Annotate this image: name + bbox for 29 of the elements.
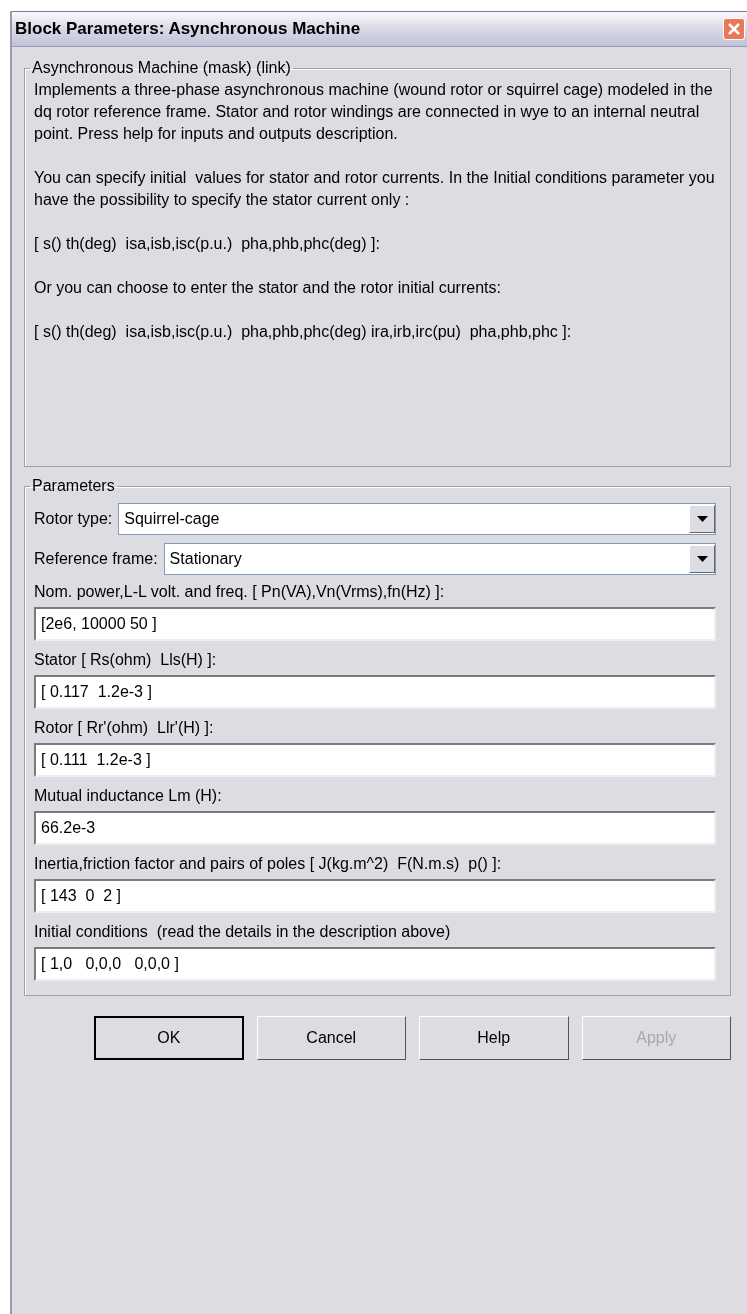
field-label: Rotor [ Rr'(ohm) Llr'(H) ]: — [34, 719, 215, 737]
dialog-button[interactable]: Help — [419, 1016, 569, 1060]
input-field[interactable]: [ 1,0 0,0,0 0,0,0 ] — [34, 947, 716, 981]
field-label: Rotor type: — [34, 510, 113, 528]
field-label: Stator [ Rs(ohm) Lls(H) ]: — [34, 651, 218, 669]
dropdown[interactable]: Stationary — [163, 543, 716, 575]
description-text: You can specify initial values for stator and rotor currents. In the Initial conditions parameter you have the possibility to specify the stator current only : — [34, 168, 716, 210]
description-text: [ s() th(deg) isa,isb,isc(p.u.) pha,phb,phc(deg) ira,irb,irc(pu) pha,phb,phc ]: — [34, 322, 573, 342]
close-button[interactable] — [723, 18, 745, 40]
close-icon — [727, 22, 741, 36]
window-title: Block Parameters: Asynchronous Machine — [15, 19, 361, 39]
description-text: Implements a three-phase asynchronous machine (wound rotor or squirrel cage) modeled in the dq rotor reference frame. Stator and rotor windings are connected in wye to an internal neutral point. Press help for inputs and outputs description. — [34, 80, 714, 144]
description-text: Or you can choose to enter the stator and the rotor initial currents: — [34, 278, 502, 298]
dialog-button[interactable]: Cancel — [256, 1016, 406, 1060]
field-label: Reference frame: — [34, 550, 158, 568]
input-field[interactable]: [ 143 0 2 ] — [34, 879, 716, 913]
field-label: Mutual inductance Lm (H): — [34, 787, 223, 805]
field-label: Inertia,friction factor and pairs of poles [ J(kg.m^2) F(N.m.s) p() ]: — [34, 855, 503, 873]
dropdown[interactable]: Squirrel-cage — [118, 503, 716, 535]
group-title: Parameters — [31, 477, 116, 495]
input-field[interactable]: [2e6, 10000 50 ] — [34, 607, 716, 641]
input-field[interactable]: 66.2e-3 — [34, 811, 716, 845]
input-field[interactable]: [ 0.117 1.2e-3 ] — [34, 675, 716, 709]
field-label: Nom. power,L-L volt. and freq. [ Pn(VA),Vn(Vrms),fn(Hz) ]: — [34, 583, 446, 601]
group-title: Asynchronous Machine (mask) (link) — [31, 59, 292, 77]
field-label: Initial conditions (read the details in the description above) — [34, 923, 452, 941]
dialog-button[interactable]: OK — [94, 1016, 244, 1060]
description-text: [ s() th(deg) isa,isb,isc(p.u.) pha,phb,phc(deg) ]: — [34, 234, 381, 254]
input-field[interactable]: [ 0.111 1.2e-3 ] — [34, 743, 716, 777]
